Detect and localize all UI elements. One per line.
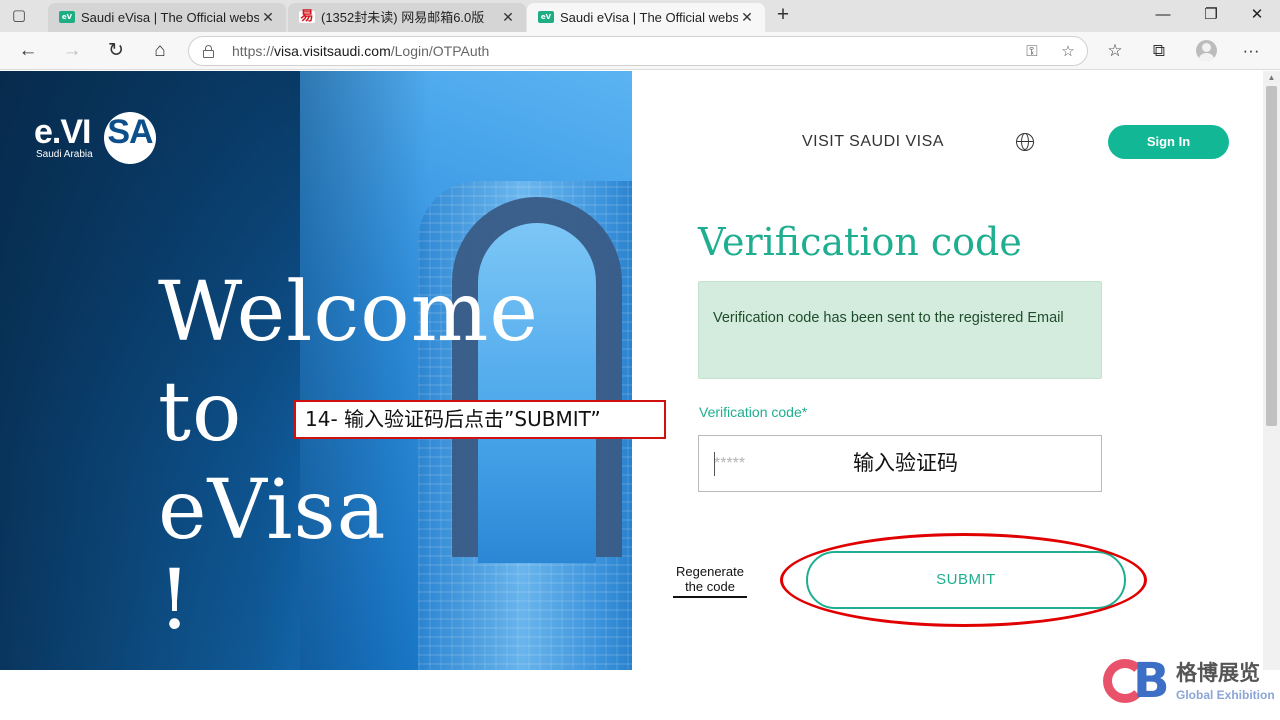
browser-tab-strip: ▢ eV Saudi eVisa | The Official website … — [0, 0, 1280, 32]
welcome-line-4: ! — [158, 553, 192, 648]
tab-close-icon[interactable]: ✕ — [259, 8, 277, 26]
success-alert: Verification code has been sent to the r… — [698, 281, 1102, 379]
sign-in-button[interactable]: Sign In — [1108, 125, 1229, 159]
welcome-line-3: eVisa — [158, 463, 387, 558]
address-bar[interactable]: https://visa.visitsaudi.com/Login/OTPAut… — [188, 36, 1088, 66]
browser-tab-1[interactable]: eV Saudi eVisa | The Official website ✕ — [48, 3, 286, 32]
tab-title: Saudi eVisa | The Official website — [560, 10, 738, 25]
watermark-english-text: Global Exhibition — [1176, 688, 1275, 702]
evisa-favicon-icon: eV — [538, 11, 554, 23]
logo-word: e.VI — [34, 113, 91, 151]
url-host: visa.visitsaudi.com — [274, 43, 391, 59]
watermark-chinese-text: 格博展览 — [1176, 661, 1260, 685]
close-window-button[interactable]: ✕ — [1242, 4, 1272, 26]
evisa-favicon-icon: eV — [59, 11, 75, 23]
browser-toolbar: ← → ↻ ⌂ https://visa.visitsaudi.com/Logi… — [0, 32, 1280, 70]
watermark-mark: B — [1133, 653, 1170, 709]
globe-icon[interactable] — [1016, 133, 1034, 151]
logo-circle-text: SA — [107, 113, 153, 151]
scrollbar-thumb[interactable] — [1266, 86, 1277, 426]
tab-close-icon[interactable]: ✕ — [499, 8, 517, 26]
avatar[interactable] — [1196, 40, 1217, 61]
regenerate-underline — [673, 596, 747, 598]
new-tab-button[interactable]: + — [772, 4, 794, 27]
browser-tab-3-active[interactable]: eV Saudi eVisa | The Official website ✕ — [527, 3, 765, 32]
favorite-add-icon[interactable]: ☆ — [1057, 41, 1079, 63]
visit-saudi-visa-link[interactable]: VISIT SAUDI VISA — [802, 132, 944, 152]
page-title: Verification code — [698, 220, 1022, 264]
lock-icon[interactable] — [203, 45, 214, 58]
annotation-highlight-ellipse — [780, 533, 1147, 627]
refresh-button[interactable]: ↻ — [103, 39, 129, 63]
home-button[interactable]: ⌂ — [147, 39, 173, 63]
evisa-logo[interactable]: e.VI SA Saudi Arabia — [34, 112, 158, 168]
url-scheme: https:// — [232, 43, 275, 59]
minimize-button[interactable]: — — [1148, 4, 1178, 26]
key-icon[interactable]: ⚿ — [1021, 41, 1043, 63]
url-text[interactable]: https://visa.visitsaudi.com/Login/OTPAut… — [232, 43, 489, 60]
url-path: /Login/OTPAuth — [390, 43, 490, 59]
annotation-input-hint: 输入验证码 — [853, 451, 958, 475]
browser-tab-2[interactable]: 易 (1352封未读) 网易邮箱6.0版 ✕ — [288, 3, 526, 32]
logo-subtitle: Saudi Arabia — [36, 149, 93, 160]
tab-close-icon[interactable]: ✕ — [738, 8, 756, 26]
favorites-icon[interactable]: ☆ — [1102, 39, 1128, 63]
tab-actions-icon[interactable]: ▢ — [8, 6, 30, 26]
more-icon[interactable]: ··· — [1238, 39, 1264, 63]
regenerate-code-link[interactable]: Regenerate the code — [673, 564, 747, 594]
netease-mail-favicon-icon: 易 — [299, 9, 315, 24]
watermark-logo: B — [1103, 655, 1173, 707]
forward-button[interactable]: → — [59, 39, 85, 63]
annotation-callout: 14- 输入验证码后点击”SUBMIT” — [294, 400, 666, 439]
alert-message: Verification code has been sent to the r… — [713, 310, 1064, 326]
welcome-line-1: Welcome — [158, 265, 539, 360]
tab-title: Saudi eVisa | The Official website — [81, 10, 259, 25]
verification-code-label: Verification code* — [699, 404, 808, 420]
restore-button[interactable]: ❐ — [1196, 4, 1226, 26]
text-caret — [714, 452, 715, 476]
tab-title: (1352封未读) 网易邮箱6.0版 — [321, 10, 485, 25]
scroll-up-arrow-icon[interactable]: ▲ — [1266, 73, 1277, 83]
back-button[interactable]: ← — [15, 39, 41, 63]
screenshot-root: ▢ eV Saudi eVisa | The Official website … — [0, 0, 1280, 720]
collections-icon[interactable]: ⧉ — [1146, 39, 1172, 63]
